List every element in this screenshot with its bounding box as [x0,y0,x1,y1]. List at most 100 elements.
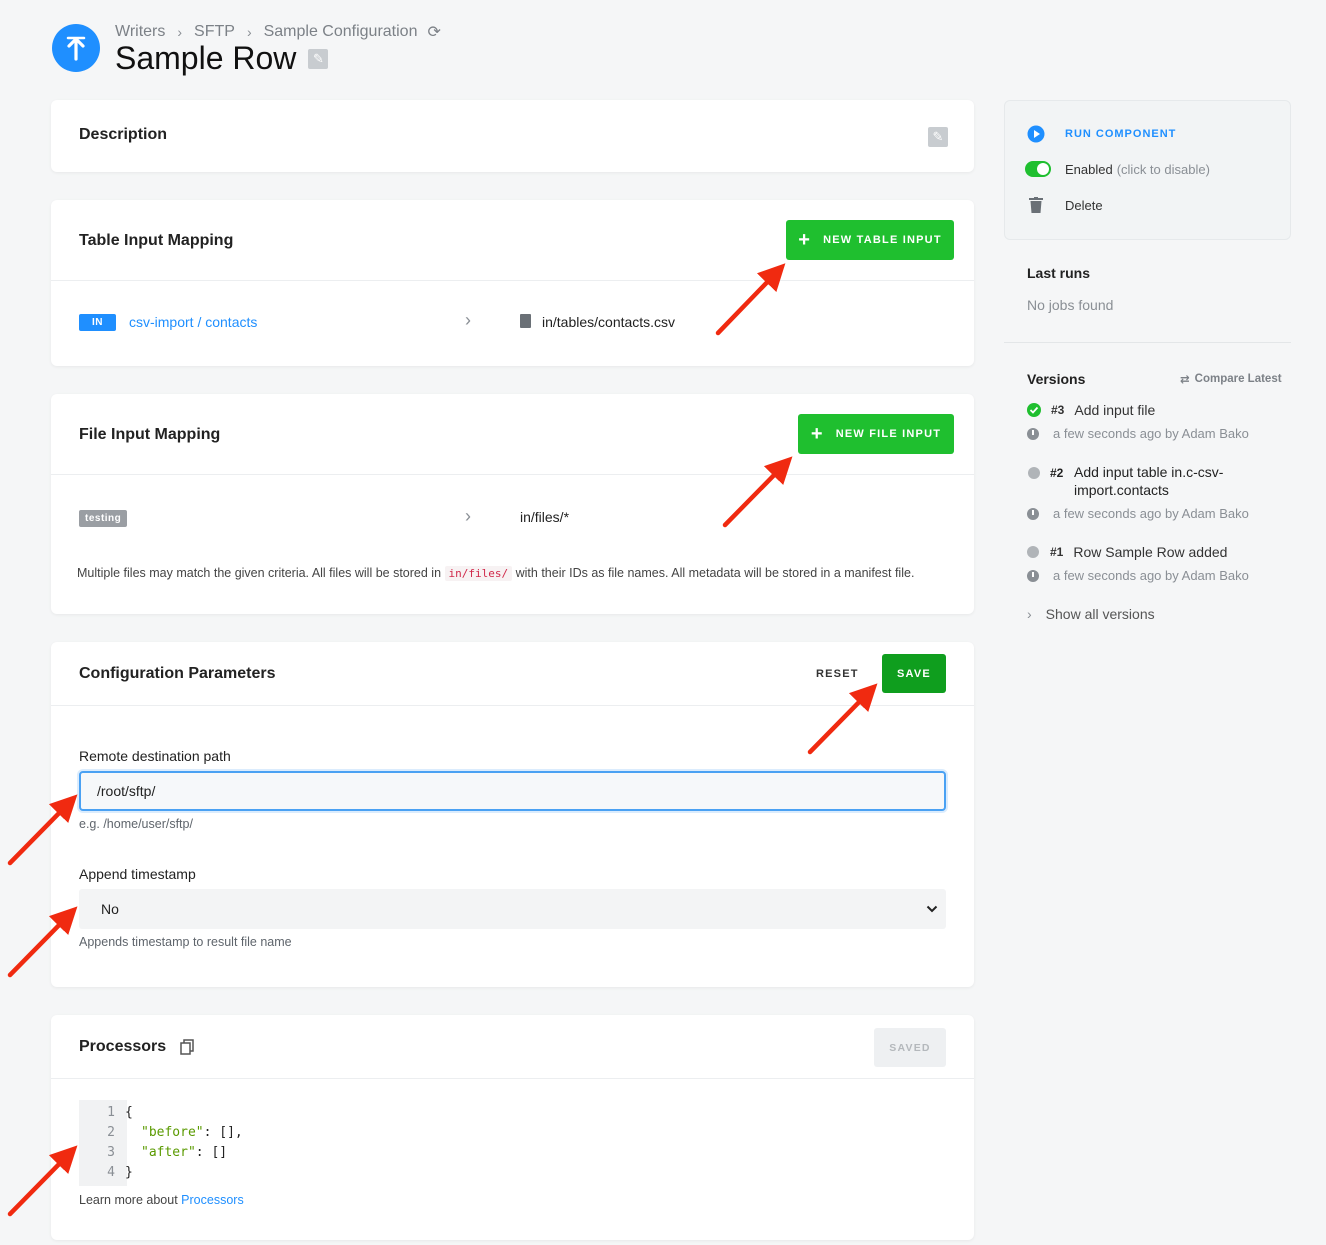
status-dot [1028,467,1040,479]
processors-card: Processors SAVED 1 { 2 "before": [], 3 "… [51,1015,974,1240]
timestamp-value: No [101,901,119,917]
divider [51,474,974,475]
code-line: 2 "before": [], [79,1123,243,1143]
code-text: "after": [] [121,1143,227,1163]
version-meta: a few seconds ago by Adam Bako [1027,506,1249,521]
file-input-row[interactable]: testing › in/files/* [79,506,949,530]
code-editor[interactable]: 1 { 2 "before": [], 3 "after": [] 4 } [79,1100,946,1186]
compare-icon: ⇄ [1180,374,1190,386]
processors-title-wrap: Processors [79,1038,194,1056]
page-title: Sample Row [115,40,297,76]
table-source-link[interactable]: csv-import / contacts [129,314,257,330]
path-help: e.g. /home/user/sftp/ [79,817,193,831]
description-card: Description ✎ [51,100,974,172]
table-input-row[interactable]: IN csv-import / contacts › in/tables/con… [79,310,949,334]
delete-label: Delete [1065,197,1103,213]
append-timestamp-select[interactable]: No [79,889,946,929]
version-item[interactable]: #1 Row Sample Row added a few seconds ag… [1027,544,1291,588]
in-badge: IN [79,314,116,331]
compare-latest-button[interactable]: ⇄ Compare Latest [1180,372,1282,386]
saved-button: SAVED [874,1028,946,1067]
enabled-hint: (click to disable) [1116,161,1210,177]
learn-more-text: Learn more about [79,1193,178,1207]
code-line: 4 } [79,1163,243,1183]
refresh-icon[interactable]: ⟳ [427,22,440,42]
note-text-start: Multiple files may match the given crite… [77,566,442,580]
app-logo [52,24,100,72]
json-value: : [], [203,1125,243,1140]
divider [51,280,974,281]
reset-button[interactable]: RESET [816,668,859,680]
code-line: 3 "after": [] [79,1143,243,1163]
actions-box: RUN COMPONENT Enabled (click to disable)… [1004,100,1291,240]
chevron-down-icon [926,905,938,913]
new-table-input-button[interactable]: + NEW TABLE INPUT [786,220,954,260]
breadcrumb: Writers › SFTP › Sample Configuration ⟳ [115,22,441,42]
play-icon [1027,125,1045,143]
version-title: Add input file [1074,402,1156,418]
file-destination: in/files/* [520,509,570,525]
processors-title: Processors [79,1038,167,1055]
clock-icon [1027,427,1039,440]
line-number: 1 [107,1105,115,1120]
chevron-right-icon: › [1027,606,1032,622]
note-text-end: with their IDs as file names. All metada… [515,566,915,580]
remote-path-value: /root/sftp/ [97,783,156,799]
version-meta-text: a few seconds ago by Adam Bako [1053,568,1249,583]
breadcrumb-configuration[interactable]: Sample Configuration [264,23,418,41]
new-table-input-label: NEW TABLE INPUT [823,234,942,246]
file-input-title: File Input Mapping [79,426,221,443]
save-button[interactable]: SAVE [882,654,946,693]
run-component-button[interactable]: RUN COMPONENT [1027,125,1176,143]
trash-icon [1029,197,1043,213]
clock-icon [1027,507,1039,520]
processors-link[interactable]: Processors [181,1193,244,1207]
timestamp-label: Append timestamp [79,866,196,882]
edit-title-icon[interactable]: ✎ [308,48,329,69]
version-meta-text: a few seconds ago by Adam Bako [1053,506,1249,521]
copy-icon[interactable] [180,1039,194,1055]
table-destination: in/tables/contacts.csv [542,314,676,330]
chevron-right-icon: › [465,506,471,526]
version-number: #1 [1050,545,1064,559]
plus-icon: + [810,423,824,445]
table-input-card: Table Input Mapping + NEW TABLE INPUT IN… [51,200,974,366]
config-card: Configuration Parameters RESET SAVE Remo… [51,642,974,987]
check-circle-icon [1027,403,1041,417]
version-item[interactable]: #3 Add input file a few seconds ago by A… [1027,402,1291,446]
path-label: Remote destination path [79,748,231,764]
breadcrumb-writers[interactable]: Writers [115,23,165,41]
description-title: Description [79,126,168,143]
show-all-versions-link[interactable]: › Show all versions [1027,606,1155,622]
show-all-versions-label: Show all versions [1045,606,1155,622]
breadcrumb-sftp[interactable]: SFTP [194,23,235,41]
json-key: "after" [141,1145,196,1160]
file-input-card: File Input Mapping + NEW FILE INPUT test… [51,394,974,614]
version-meta: a few seconds ago by Adam Bako [1027,426,1249,441]
json-value: : [] [195,1145,228,1160]
delete-button[interactable]: Delete [1029,197,1103,213]
learn-more: Learn more about Processors [79,1193,244,1207]
code-line: 1 { [79,1103,243,1123]
version-header: #1 Row Sample Row added [1027,544,1227,560]
remote-path-input[interactable]: /root/sftp/ [79,771,946,811]
table-input-title: Table Input Mapping [79,232,234,249]
version-title-line1: Add input table in.c-csv- [1074,464,1224,480]
new-file-input-button[interactable]: + NEW FILE INPUT [798,414,954,454]
version-number: #3 [1051,403,1065,417]
enabled-label: Enabled [1065,161,1113,177]
version-title-line2: import.contacts [1074,482,1169,498]
note-code: in/files/ [444,566,513,581]
chevron-right-icon: › [465,310,471,330]
line-number: 3 [107,1145,115,1160]
timestamp-help: Appends timestamp to result file name [79,935,292,949]
version-item[interactable]: #2 Add input table in.c-csv- import.cont… [1027,464,1291,526]
enabled-toggle[interactable]: Enabled (click to disable) [1025,161,1210,177]
sidebar-divider [1004,342,1291,343]
chevron-right-icon: › [177,24,183,40]
edit-description-icon[interactable]: ✎ [928,127,948,147]
page-title-wrap: Sample Row ✎ [115,40,329,77]
chevron-right-icon: › [246,24,252,40]
config-title: Configuration Parameters [79,665,276,682]
version-number: #2 [1050,466,1064,480]
